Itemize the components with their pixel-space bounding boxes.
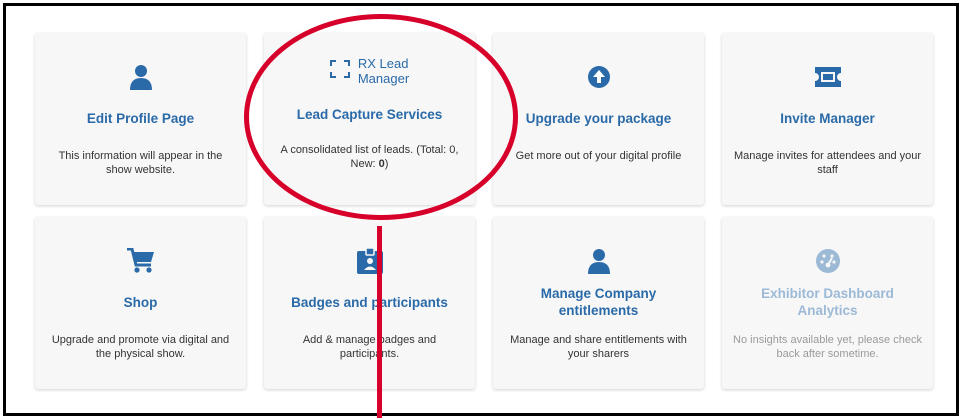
- rx-lead-manager-link[interactable]: RX Lead Manager: [329, 51, 409, 91]
- dashboard-card-grid: Edit Profile Page This information will …: [35, 33, 934, 389]
- card-lead-capture[interactable]: RX Lead Manager Lead Capture Services A …: [264, 33, 475, 205]
- card-title: Upgrade your package: [525, 110, 672, 126]
- card-title: Badges and participants: [291, 294, 448, 310]
- card-description: No insights available yet, please check …: [733, 334, 922, 360]
- person-icon: [587, 239, 610, 283]
- card-title: Invite Manager: [780, 110, 875, 126]
- card-edit-profile[interactable]: Edit Profile Page This information will …: [35, 33, 246, 205]
- card-description: This information will appear in the show…: [58, 150, 223, 176]
- badge-icon: [356, 239, 383, 283]
- card-description: A consolidated list of leads. (Total: 0,…: [275, 143, 465, 171]
- rx-label-line2: Manager: [357, 71, 410, 86]
- card-description: Get more out of your digital profile: [515, 150, 682, 162]
- card-description: Manage and share entitlements with your …: [510, 334, 687, 360]
- card-title: Exhibitor Dashboard Analytics: [761, 286, 894, 318]
- card-manage-entitlements[interactable]: Manage Company entitlements Manage and s…: [493, 217, 704, 389]
- card-description: Upgrade and promote via digital and the …: [51, 334, 230, 360]
- rx-lead-manager-label: RX Lead Manager: [358, 56, 409, 86]
- card-invite-manager[interactable]: Invite Manager Manage invites for attend…: [722, 33, 933, 205]
- card-exhibitor-dashboard-analytics: Exhibitor Dashboard Analytics No insight…: [722, 217, 933, 389]
- card-title: Lead Capture Services: [296, 106, 443, 122]
- ticket-icon: [814, 55, 841, 99]
- card-upgrade-package[interactable]: Upgrade your package Get more out of you…: [493, 33, 704, 205]
- card-title: Manage Company entitlements: [540, 286, 657, 318]
- arrow-up-circle-icon: [587, 55, 611, 99]
- card-title: Edit Profile Page: [86, 110, 195, 126]
- desc-suffix: ): [384, 158, 389, 170]
- desc-prefix: A consolidated list of leads. (Total: 0,…: [280, 144, 459, 170]
- rx-label-line1: RX Lead: [357, 56, 409, 71]
- card-shop[interactable]: Shop Upgrade and promote via digital and…: [35, 217, 246, 389]
- person-icon: [129, 55, 152, 99]
- cart-icon: [126, 239, 155, 283]
- card-description: Manage invites for attendees and your st…: [733, 150, 922, 176]
- card-title: Shop: [123, 294, 158, 310]
- gauge-icon: [815, 239, 841, 283]
- bracket-scan-icon: [329, 59, 350, 83]
- card-badges-participants[interactable]: Badges and participants Add & manage bad…: [264, 217, 475, 389]
- card-description: Add & manage badges and participants.: [302, 334, 437, 360]
